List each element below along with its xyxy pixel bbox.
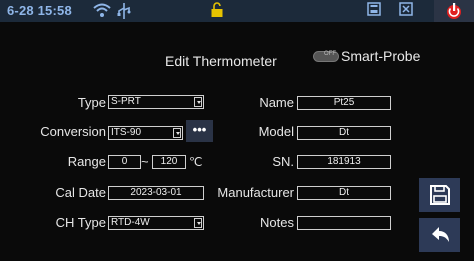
save-card-icon[interactable] [367, 2, 381, 21]
ch-type-select[interactable]: RTD-4W [108, 216, 204, 230]
cal-date-label: Cal Date [55, 185, 106, 200]
chevron-down-icon [194, 97, 202, 107]
cal-date-field[interactable]: 2023-03-01 [108, 186, 204, 200]
sn-field[interactable]: 181913 [297, 155, 391, 169]
name-field[interactable]: Pt25 [297, 96, 391, 110]
chevron-down-icon [173, 128, 181, 138]
smart-probe-label: Smart-Probe [341, 48, 421, 64]
wifi-icon [93, 2, 111, 23]
status-bar: 6-28 15:58 [0, 0, 474, 22]
range-max-field[interactable]: 120 [152, 155, 186, 169]
model-field[interactable]: Dt [297, 126, 391, 140]
range-unit: ℃ [189, 155, 203, 169]
type-value: S-PRT [111, 96, 141, 107]
name-label: Name [259, 95, 294, 110]
type-select[interactable]: S-PRT [108, 95, 204, 109]
notes-field[interactable] [297, 216, 391, 230]
chevron-down-icon [194, 218, 202, 228]
range-separator: ~ [141, 154, 149, 169]
conversion-select[interactable]: ITS-90 [108, 126, 183, 140]
power-button[interactable] [434, 0, 474, 22]
manufacturer-label: Manufacturer [217, 185, 294, 200]
conversion-label: Conversion [40, 124, 106, 139]
type-label: Type [77, 95, 106, 110]
back-arrow-icon [431, 227, 449, 242]
power-icon [447, 3, 461, 19]
back-button[interactable] [419, 218, 460, 252]
ch-type-label: CH Type [55, 215, 106, 230]
sn-label: SN. [272, 154, 294, 169]
range-min-field[interactable]: 0 [108, 155, 141, 169]
manufacturer-field[interactable]: Dt [297, 186, 391, 200]
clock: 6-28 15:58 [7, 3, 72, 18]
conversion-value: ITS-90 [111, 127, 142, 138]
notes-label: Notes [260, 215, 294, 230]
ch-type-value: RTD-4W [111, 217, 150, 228]
close-box-icon[interactable] [399, 2, 413, 21]
usb-icon [117, 2, 131, 25]
page-title: Edit Thermometer [165, 53, 277, 69]
unlock-icon[interactable] [210, 2, 224, 23]
save-icon [429, 185, 450, 205]
conversion-more-button[interactable]: ••• [186, 120, 213, 142]
range-label: Range [67, 154, 106, 169]
model-label: Model [258, 124, 294, 139]
smart-probe-toggle[interactable] [313, 51, 339, 62]
save-button[interactable] [419, 178, 460, 212]
